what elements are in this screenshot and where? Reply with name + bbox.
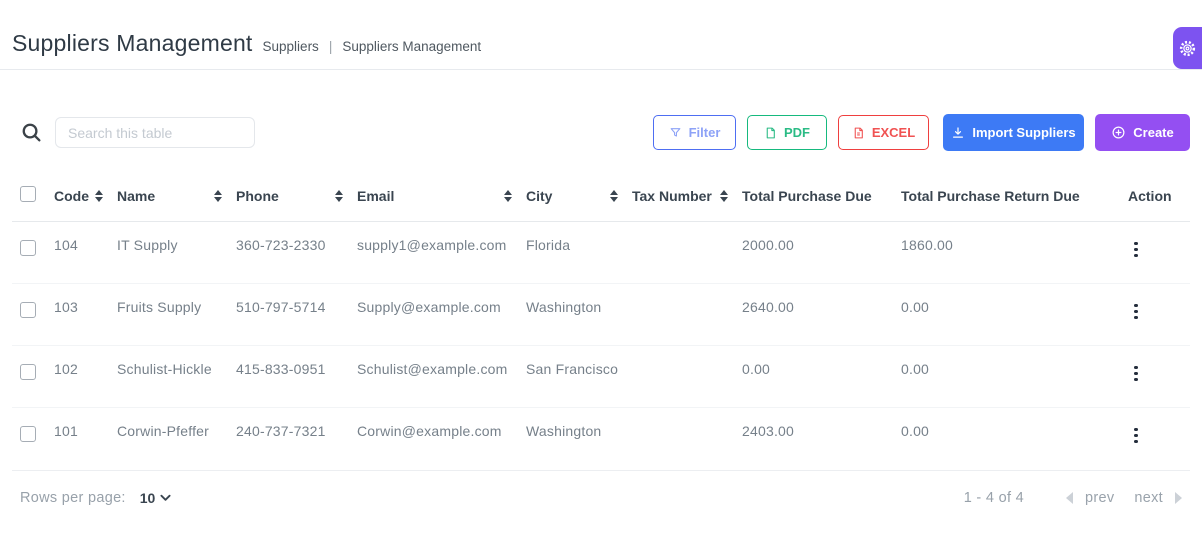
create-button[interactable]: Create (1095, 114, 1190, 151)
rows-per-page-select[interactable]: 10 (140, 490, 172, 506)
toolbar-buttons: Filter PDF EXCEL Imp (653, 114, 1190, 151)
gear-icon (1178, 39, 1197, 58)
sort-icon[interactable] (95, 190, 103, 202)
row-checkbox[interactable] (20, 426, 36, 442)
prev-page-arrow-icon[interactable] (1066, 492, 1073, 504)
row-actions-menu[interactable] (1128, 362, 1144, 386)
suppliers-table: Code Name Phone Email City (12, 178, 1190, 470)
chevron-down-icon (160, 494, 171, 502)
cell-total-purchase-due: 2640.00 (742, 284, 901, 346)
cell-tax-number (632, 284, 742, 346)
cell-code: 102 (54, 346, 117, 408)
pdf-file-icon (764, 126, 777, 140)
cell-name: Schulist-Hickle (117, 346, 236, 408)
cell-phone: 360-723-2330 (236, 222, 357, 284)
sort-icon[interactable] (214, 190, 222, 202)
page-title: Suppliers Management (12, 30, 253, 57)
cell-total-purchase-return-due: 1860.00 (901, 222, 1120, 284)
breadcrumb-current: Suppliers Management (342, 39, 481, 54)
row-checkbox[interactable] (20, 364, 36, 380)
cell-total-purchase-due: 0.00 (742, 346, 901, 408)
column-header-code[interactable]: Code (54, 178, 117, 222)
row-checkbox[interactable] (20, 240, 36, 256)
page-header: Suppliers Management Suppliers | Supplie… (0, 0, 1202, 70)
cell-email: supply1@example.com (357, 222, 526, 284)
table-footer: Rows per page: 10 1 - 4 of 4 prev next (12, 470, 1190, 525)
table-row: 103 Fruits Supply 510-797-5714 Supply@ex… (12, 284, 1190, 346)
download-icon (951, 126, 965, 140)
breadcrumb: Suppliers | Suppliers Management (263, 39, 482, 54)
search-input[interactable] (55, 117, 255, 148)
cell-total-purchase-return-due: 0.00 (901, 346, 1120, 408)
settings-fab-button[interactable] (1173, 27, 1202, 69)
next-page-link[interactable]: next (1134, 490, 1163, 506)
row-actions-menu[interactable] (1128, 238, 1144, 262)
row-checkbox[interactable] (20, 302, 36, 318)
table-toolbar: Filter PDF EXCEL Imp (12, 114, 1190, 151)
rows-per-page-label: Rows per page: (20, 490, 126, 506)
pager: 1 - 4 of 4 prev next (964, 490, 1182, 506)
cell-tax-number (632, 408, 742, 470)
breadcrumb-separator: | (329, 39, 333, 54)
select-all-checkbox[interactable] (20, 186, 36, 202)
column-header-action: Action (1120, 178, 1190, 222)
column-header-name[interactable]: Name (117, 178, 236, 222)
cell-email: Supply@example.com (357, 284, 526, 346)
cell-city: Florida (526, 222, 632, 284)
cell-code: 101 (54, 408, 117, 470)
sort-icon[interactable] (720, 190, 728, 202)
sort-icon[interactable] (335, 190, 343, 202)
row-actions-menu[interactable] (1128, 424, 1144, 448)
sort-icon[interactable] (504, 190, 512, 202)
excel-file-icon (852, 126, 865, 140)
column-header-city[interactable]: City (526, 178, 632, 222)
column-header-tax-number[interactable]: Tax Number (632, 178, 742, 222)
cell-name: IT Supply (117, 222, 236, 284)
cell-total-purchase-return-due: 0.00 (901, 408, 1120, 470)
cell-tax-number (632, 222, 742, 284)
cell-name: Corwin-Pfeffer (117, 408, 236, 470)
filter-button[interactable]: Filter (653, 115, 736, 150)
excel-export-button[interactable]: EXCEL (838, 115, 929, 150)
table-row: 102 Schulist-Hickle 415-833-0951 Schulis… (12, 346, 1190, 408)
import-suppliers-button[interactable]: Import Suppliers (943, 114, 1084, 151)
pagination-range: 1 - 4 of 4 (964, 490, 1024, 506)
cell-city: Washington (526, 284, 632, 346)
plus-circle-icon (1111, 125, 1126, 140)
next-page-arrow-icon[interactable] (1175, 492, 1182, 504)
sort-icon[interactable] (610, 190, 618, 202)
table-header-row: Code Name Phone Email City (12, 178, 1190, 222)
cell-code: 104 (54, 222, 117, 284)
cell-tax-number (632, 346, 742, 408)
cell-email: Corwin@example.com (357, 408, 526, 470)
cell-city: San Francisco (526, 346, 632, 408)
cell-name: Fruits Supply (117, 284, 236, 346)
search-icon (20, 121, 43, 144)
cell-total-purchase-return-due: 0.00 (901, 284, 1120, 346)
cell-email: Schulist@example.com (357, 346, 526, 408)
table-row: 101 Corwin-Pfeffer 240-737-7321 Corwin@e… (12, 408, 1190, 470)
cell-code: 103 (54, 284, 117, 346)
cell-total-purchase-due: 2403.00 (742, 408, 901, 470)
table-row: 104 IT Supply 360-723-2330 supply1@examp… (12, 222, 1190, 284)
column-header-phone[interactable]: Phone (236, 178, 357, 222)
cell-phone: 510-797-5714 (236, 284, 357, 346)
cell-city: Washington (526, 408, 632, 470)
row-actions-menu[interactable] (1128, 300, 1144, 324)
column-header-total-purchase-due: Total Purchase Due (742, 178, 901, 222)
column-header-email[interactable]: Email (357, 178, 526, 222)
cell-phone: 415-833-0951 (236, 346, 357, 408)
breadcrumb-section[interactable]: Suppliers (263, 39, 319, 54)
cell-phone: 240-737-7321 (236, 408, 357, 470)
cell-total-purchase-due: 2000.00 (742, 222, 901, 284)
column-header-total-purchase-return-due: Total Purchase Return Due (901, 178, 1120, 222)
pdf-export-button[interactable]: PDF (747, 115, 827, 150)
filter-icon (669, 126, 682, 139)
prev-page-link[interactable]: prev (1085, 490, 1114, 506)
